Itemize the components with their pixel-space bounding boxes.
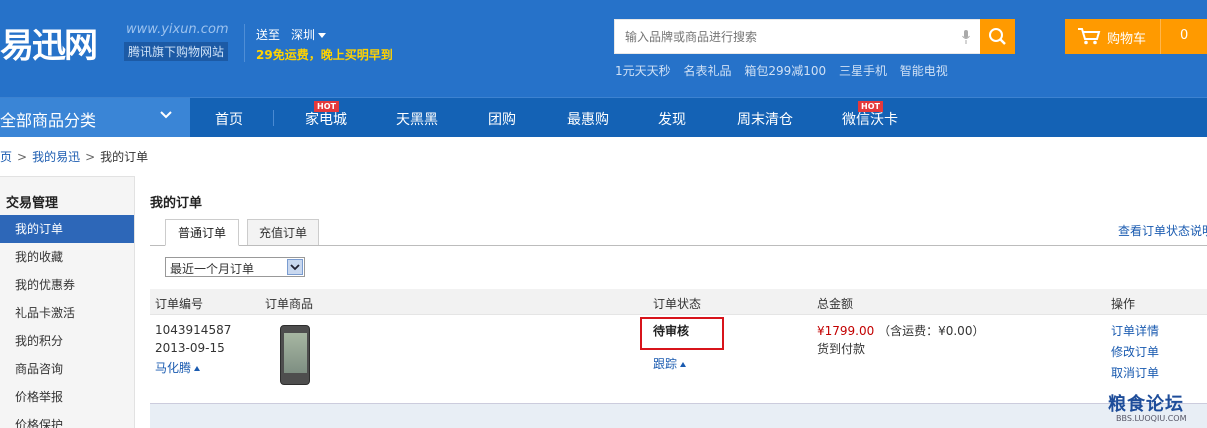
order-details-link[interactable]: 订单详情 [1111,322,1159,339]
cart-count: 0 [1180,28,1189,43]
expand-icon [680,362,687,367]
site-logo[interactable]: 易迅网 [0,18,98,67]
column-header: 总金额 [817,297,854,311]
shipping-promo[interactable]: 29免运费，晚上买明早到 [256,46,393,63]
column-header: 订单编号 [155,297,204,311]
hot-badge: HOT [314,101,339,112]
nav-item-group-buy[interactable]: 团购 [488,109,516,129]
order-status: 待审核 [653,324,690,338]
tab-divider [150,245,1207,246]
search-box [614,19,981,54]
hot-word-link[interactable]: 三星手机 [839,64,887,78]
table-header: 订单编号 订单商品 订单状态 总金额 操作 [150,289,1207,315]
search-input[interactable] [615,20,945,53]
hot-search-words: 1元天天秒 名表礼品 箱包299减100 三星手机 智能电视 [615,62,957,79]
top-header: 易迅网 www.yixun.com 腾讯旗下购物网站 送至 深圳 29免运费，晚… [0,0,1207,97]
header-divider [244,24,245,62]
hot-word-link[interactable]: 1元天天秒 [615,64,671,78]
hot-word-link[interactable]: 智能电视 [900,64,948,78]
tab-recharge-orders[interactable]: 充值订单 [247,219,319,246]
cart-count-box[interactable]: 0 [1160,19,1207,54]
sidebar-item-inquiries[interactable]: 商品咨询 [0,355,134,383]
cart-button[interactable]: 购物车 [1065,19,1160,54]
period-select[interactable]: 最近一个月订单 [165,257,305,277]
order-id: 1043914587 [155,323,232,337]
nav-item-home[interactable]: 首页 [215,109,243,129]
order-date: 2013-09-15 [155,341,225,355]
sidebar-item-price-report[interactable]: 价格举报 [0,383,134,411]
column-header: 订单商品 [265,297,314,311]
main-nav: 全部商品分类 首页 HOT 家电城 天黑黑 团购 最惠购 发现 周末清仓 HOT… [0,97,1207,137]
sidebar-title: 交易管理 [6,196,59,211]
search-icon [989,28,1006,45]
logo-url: www.yixun.com [126,22,229,37]
buyer-name[interactable]: 马化腾 [155,359,201,376]
column-header: 操作 [1111,297,1136,311]
nav-item-tianheihei[interactable]: 天黑黑 [396,109,438,129]
sidebar-item-my-orders[interactable]: 我的订单 [0,215,134,243]
sidebar-item-price-protection[interactable]: 价格保护 [0,411,134,428]
cart-label: 购物车 [1107,32,1147,47]
order-status-help-link[interactable]: 查看订单状态说明 [1118,222,1207,239]
nav-item-discover[interactable]: 发现 [658,109,686,129]
all-categories-label: 全部商品分类 [0,111,97,130]
breadcrumb-current: 我的订单 [100,150,149,164]
microphone-icon[interactable] [962,30,970,44]
hot-word-link[interactable]: 名表礼品 [683,64,731,78]
modify-order-link[interactable]: 修改订单 [1111,343,1159,360]
logo-subtitle: 腾讯旗下购物网站 [124,42,229,61]
tab-normal-orders[interactable]: 普通订单 [165,219,239,246]
chevron-down-icon [318,33,327,38]
period-select-value: 最近一个月订单 [170,262,255,276]
sidebar-item-gift-card[interactable]: 礼品卡激活 [0,299,134,327]
product-thumbnail[interactable] [280,325,310,385]
sidebar-item-points[interactable]: 我的积分 [0,327,134,355]
all-categories-button[interactable]: 全部商品分类 [0,98,190,137]
nav-item-weekend-clearance[interactable]: 周末清仓 [737,109,793,129]
forum-watermark-url: BBS.LUOQIU.COM [1116,414,1187,423]
breadcrumb-my-yixun[interactable]: 我的易迅 [32,150,80,164]
nav-item-appliances[interactable]: HOT 家电城 [305,101,347,129]
shopping-cart-icon [1078,28,1101,45]
nav-divider [273,110,274,126]
select-arrow [287,259,303,275]
page-title: 我的订单 [150,196,203,211]
breadcrumb-home[interactable]: 页 [0,150,12,164]
cancel-order-link[interactable]: 取消订单 [1111,364,1159,381]
nav-item-best-deals[interactable]: 最惠购 [567,109,609,129]
sidebar-item-coupons[interactable]: 我的优惠券 [0,271,134,299]
order-amount: ¥1799.00 [817,324,875,338]
payment-method: 货到付款 [817,342,866,356]
track-link[interactable]: 跟踪 [653,355,687,372]
deliver-city-dropdown[interactable]: 深圳 [291,26,327,43]
nav-item-wechat-card[interactable]: HOT 微信沃卡 [842,101,898,129]
chevron-down-icon [290,264,300,271]
hot-badge: HOT [858,101,883,112]
breadcrumb: 页 > 我的易迅 > 我的订单 [0,150,149,164]
search-button[interactable] [980,19,1015,54]
forum-watermark: 粮食论坛 [1108,394,1184,415]
shipping-fee: （含运费：¥0.00） [878,324,985,338]
expand-icon [194,366,201,371]
chevron-down-icon [160,111,172,119]
order-total: ¥1799.00 （含运费：¥0.00） [817,322,984,339]
hot-word-link[interactable]: 箱包299减100 [744,64,826,78]
sidebar-item-favorites[interactable]: 我的收藏 [0,243,134,271]
column-header: 订单状态 [653,297,702,311]
promo-banner[interactable] [150,403,1207,428]
deliver-label: 送至 [256,28,281,42]
sidebar: 交易管理 我的订单 我的收藏 我的优惠券 礼品卡激活 我的积分 商品咨询 价格举… [0,176,135,428]
